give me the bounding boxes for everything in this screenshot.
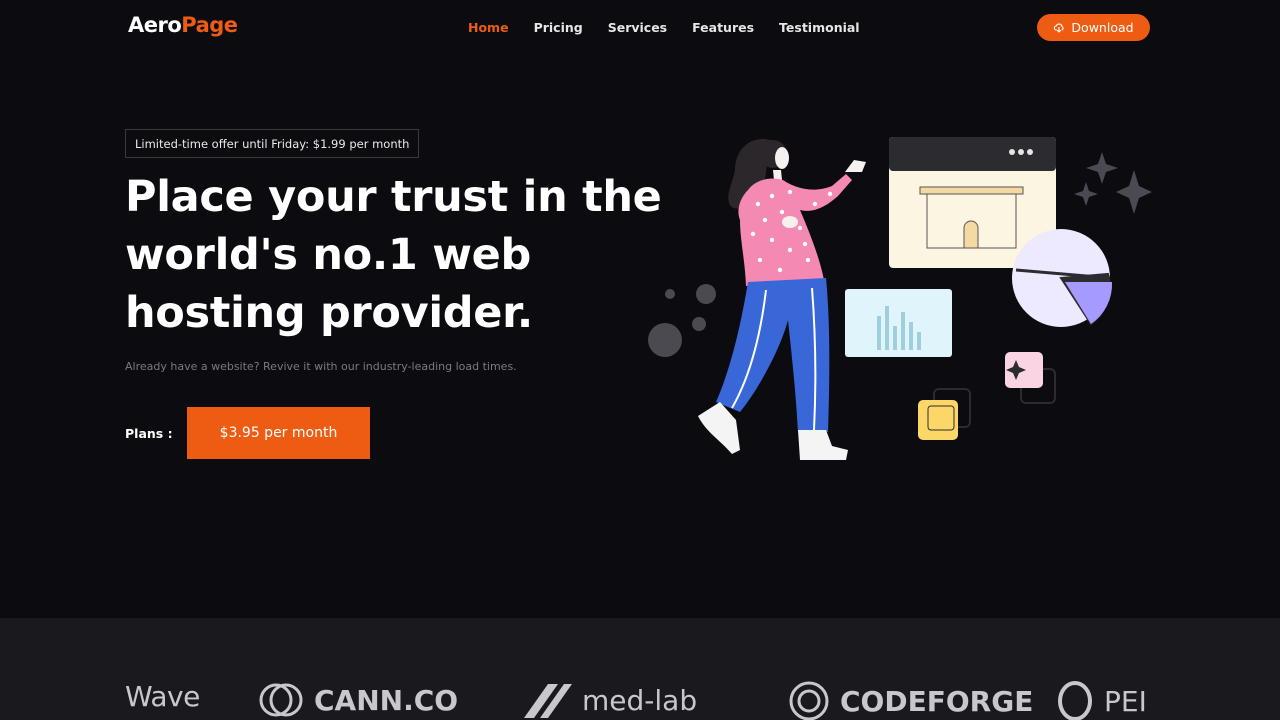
brand-cann-co: CANN.CO	[258, 680, 458, 720]
offer-badge: Limited-time offer until Friday: $1.99 p…	[125, 129, 420, 158]
brand-med-lab-name: med-lab	[582, 683, 698, 717]
brand-codeforge: CODEFORGE	[788, 680, 1033, 720]
hero-headline: Place your trust in the world's no.1 web…	[125, 172, 662, 338]
nav-services[interactable]: Services	[608, 20, 667, 35]
site-logo[interactable]: AeroPage	[128, 13, 238, 37]
bar-chart-card-graphic	[845, 289, 952, 357]
woman-figure-graphic	[698, 139, 866, 460]
cloud-download-icon	[1054, 23, 1064, 33]
brand-med-lab: med-lab	[524, 680, 697, 720]
brand-pei: PEI	[1056, 680, 1147, 720]
nav-home[interactable]: Home	[468, 20, 509, 35]
brand-codeforge-name: CODEFORGE	[840, 684, 1034, 718]
logo-part-2: Page	[181, 13, 238, 37]
logo-part-1: Aero	[128, 13, 182, 37]
brand-cann-co-name: CANN.CO	[314, 683, 459, 717]
download-button[interactable]: Download	[1037, 14, 1150, 41]
brand-wave-name: Wave	[125, 680, 200, 713]
download-label: Download	[1071, 20, 1134, 35]
brand-wave: Wave	[125, 680, 200, 713]
plans-label: Plans :	[125, 426, 173, 441]
cann-logo-icon	[259, 683, 303, 717]
sparkle-icon	[1074, 152, 1152, 214]
brand-logo-strip: Wave CANN.CO med-lab CODEFORGE PEI	[0, 618, 1280, 720]
nav-pricing[interactable]: Pricing	[534, 20, 583, 35]
med-lab-logo-icon	[524, 684, 572, 718]
plan-price-button[interactable]: $3.95 per month	[187, 407, 370, 459]
hero-illustration	[648, 137, 1152, 460]
nav-features[interactable]: Features	[692, 20, 754, 35]
brand-pei-name: PEI	[1104, 684, 1147, 718]
hero-subtext: Already have a website? Revive it with o…	[125, 360, 517, 373]
main-menu: Home Pricing Services Features Testimoni…	[468, 20, 860, 35]
top-navbar: AeroPage Home Pricing Services Features …	[0, 0, 1280, 56]
codeforge-logo-icon	[789, 681, 829, 720]
pei-logo-icon	[1058, 681, 1092, 720]
nav-testimonial[interactable]: Testimonial	[779, 20, 860, 35]
pie-chart-graphic	[1012, 229, 1113, 327]
